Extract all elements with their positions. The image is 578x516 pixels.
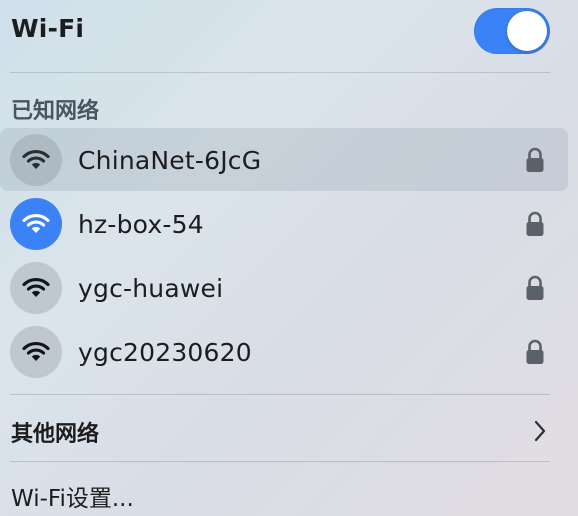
- divider: [10, 461, 550, 462]
- wifi-settings-item[interactable]: Wi-Fi设置...: [0, 470, 568, 516]
- divider: [10, 72, 550, 73]
- wifi-icon: [22, 341, 50, 361]
- network-name: ygc-huawei: [78, 274, 224, 303]
- other-networks-row[interactable]: 其他网络: [0, 404, 568, 456]
- network-row-chinanet[interactable]: ChinaNet-6JcG: [0, 128, 568, 191]
- wifi-header: Wi-Fi: [0, 0, 578, 72]
- wifi-icon-circle: [10, 326, 62, 378]
- lock-icon: [526, 211, 544, 236]
- wifi-icon-circle: [10, 262, 62, 314]
- lock-icon: [526, 147, 544, 172]
- known-networks-label: 已知网络: [11, 99, 100, 124]
- wifi-icon: [22, 213, 50, 233]
- network-row-hz-box[interactable]: hz-box-54: [0, 192, 568, 255]
- toggle-knob: [507, 11, 547, 51]
- wifi-toggle[interactable]: [474, 8, 550, 54]
- wifi-menu-panel: Wi-Fi 已知网络 ChinaNet-6JcG hz-box-54 ygc-h…: [0, 0, 578, 516]
- wifi-settings-label: Wi-Fi设置...: [11, 486, 134, 512]
- network-name: ChinaNet-6JcG: [78, 146, 262, 175]
- wifi-icon-circle: [10, 134, 62, 186]
- lock-icon: [526, 339, 544, 364]
- wifi-icon: [22, 277, 50, 297]
- other-networks-label: 其他网络: [11, 422, 100, 447]
- network-name: hz-box-54: [78, 210, 204, 239]
- network-row-ygc20230620[interactable]: ygc20230620: [0, 320, 568, 383]
- wifi-title: Wi-Fi: [11, 14, 85, 43]
- divider: [10, 394, 550, 395]
- network-name: ygc20230620: [78, 338, 252, 367]
- chevron-right-icon: [534, 420, 546, 442]
- lock-icon: [526, 275, 544, 300]
- wifi-icon: [22, 149, 50, 169]
- network-row-ygc-huawei[interactable]: ygc-huawei: [0, 256, 568, 319]
- wifi-icon-circle: [10, 198, 62, 250]
